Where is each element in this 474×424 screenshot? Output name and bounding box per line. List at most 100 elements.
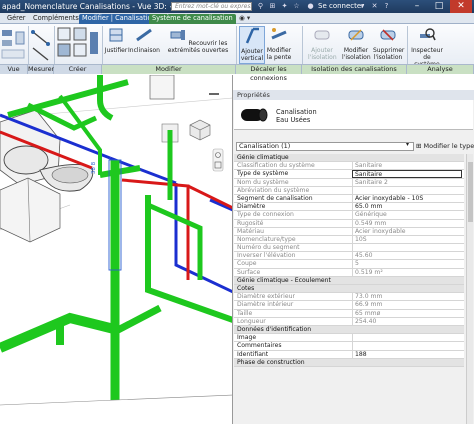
- property-row[interactable]: Taille 65 mmø: [234, 309, 464, 318]
- group-vue: Vue: [0, 64, 28, 74]
- property-name: Diamètre intérieur: [237, 301, 294, 309]
- scrollbar-thumb[interactable]: [468, 162, 473, 222]
- property-row[interactable]: Coupe 5: [234, 260, 464, 269]
- revit-window: apad_Nomenclature Canalisations - Vue 3D…: [0, 0, 474, 424]
- user-icon[interactable]: ●: [306, 2, 315, 11]
- property-category[interactable]: Données d'identification: [234, 325, 464, 335]
- property-row[interactable]: Type de système Sanitaire: [234, 170, 464, 179]
- properties-header: Propriétés: [233, 90, 474, 100]
- edit-type-button[interactable]: ⊞ Modifier le type: [416, 142, 474, 151]
- add-insulation-icon: [314, 30, 330, 40]
- property-name: Génie climatique - Ecoulement: [237, 276, 331, 284]
- property-row[interactable]: Diamètre extérieur 73.0 mm: [234, 293, 464, 302]
- property-row[interactable]: Diamètre intérieur 66.9 mm: [234, 301, 464, 310]
- subscription-icon[interactable]: ⊞: [268, 2, 277, 11]
- property-row[interactable]: Type de connexion Générique: [234, 211, 464, 220]
- property-name: Numéro du segment: [237, 244, 300, 252]
- minimize-button[interactable]: –: [406, 0, 428, 13]
- type-selector[interactable]: Canalisation Eau Usées: [234, 100, 473, 130]
- system-inspector-button[interactable]: Inspecteur de système: [410, 26, 444, 68]
- property-value[interactable]: Sanitaire: [352, 170, 462, 179]
- view-3d[interactable]: 38 8: [0, 75, 233, 424]
- property-name: Type de système: [237, 170, 289, 178]
- add-insulation-button[interactable]: Ajouter l'isolation: [308, 26, 337, 61]
- close-button[interactable]: ✕: [450, 0, 472, 13]
- view-tools-icon[interactable]: [0, 28, 28, 62]
- property-category[interactable]: Génie climatique - Ecoulement: [234, 276, 464, 285]
- exchange-icon[interactable]: ✕: [370, 2, 379, 11]
- property-value[interactable]: 188: [352, 350, 462, 359]
- property-row[interactable]: Image: [234, 334, 464, 343]
- favorites-icon[interactable]: ☆: [292, 2, 301, 11]
- measure-icon[interactable]: [30, 28, 52, 62]
- chevron-down-icon[interactable]: ▾: [406, 141, 409, 148]
- cap-open-ends-button[interactable]: Recouvrir les extrémités ouvertes: [162, 26, 234, 54]
- properties-scrollbar[interactable]: [466, 154, 473, 424]
- property-name: Commentaires: [237, 342, 282, 350]
- property-name: Cotes: [237, 285, 255, 292]
- property-value[interactable]: 65.0 mm: [352, 203, 462, 212]
- create-tools-icon[interactable]: [56, 26, 100, 64]
- instance-filter-dropdown[interactable]: Canalisation (1): [236, 142, 414, 151]
- property-row[interactable]: Diamètre 65.0 mm: [234, 203, 464, 212]
- property-value[interactable]: [352, 334, 462, 343]
- property-row[interactable]: Classification du système Sanitaire: [234, 162, 464, 171]
- help-icon[interactable]: ?: [382, 2, 391, 11]
- add-vertical-icon: [245, 27, 259, 44]
- property-row[interactable]: Identifiant 188: [234, 350, 464, 359]
- maximize-button[interactable]: □: [428, 0, 450, 13]
- group-isolation: Isolation des canalisations: [302, 64, 407, 74]
- wall-box: [149, 75, 179, 143]
- remove-insulation-icon: [380, 29, 396, 41]
- cabinet-fixture: [0, 177, 61, 243]
- property-category[interactable]: Cotes: [234, 285, 464, 294]
- property-name: Diamètre extérieur: [237, 293, 295, 301]
- search-icon[interactable]: ⚲: [256, 2, 265, 11]
- property-row[interactable]: Commentaires: [234, 342, 464, 351]
- modify-slope-icon: [271, 28, 287, 40]
- property-value: 45.60: [352, 252, 462, 261]
- viewcube-icon[interactable]: [186, 117, 214, 143]
- property-row[interactable]: Nom du système Sanitaire 2: [234, 178, 464, 187]
- navigation-bar-icon[interactable]: [212, 148, 224, 172]
- properties-table: Génie climatique Classification du systèm…: [234, 154, 464, 367]
- tab-complements[interactable]: Compléments: [30, 14, 82, 24]
- property-name: Longueur: [237, 317, 266, 325]
- communication-icon[interactable]: ✦: [280, 2, 289, 11]
- modify-slope-label: Modifier la pente: [266, 47, 292, 61]
- property-name: Inverser l'élévation: [237, 252, 296, 260]
- tab-modifier-canalisation[interactable]: Modifier | Canalisation: [79, 14, 159, 24]
- justify-label: Justifier: [104, 47, 128, 54]
- property-row[interactable]: Longueur 254.40: [234, 317, 464, 326]
- modify-slope-button[interactable]: Modifier la pente: [266, 26, 292, 61]
- property-row[interactable]: Numéro du segment: [234, 244, 464, 253]
- add-vertical-button[interactable]: Ajouter vertical: [239, 26, 265, 64]
- property-row[interactable]: Matériau Acier inoxydable: [234, 227, 464, 236]
- tab-gerer[interactable]: Gérer: [4, 14, 29, 24]
- property-row[interactable]: Surface 0.519 m²: [234, 268, 464, 277]
- property-value[interactable]: Acier inoxydable - 10S: [352, 194, 462, 203]
- slope-button[interactable]: Inclinaison: [128, 26, 160, 54]
- property-row[interactable]: Inverser l'élévation 45.60: [234, 252, 464, 261]
- property-row[interactable]: Nomenclature/type 10S: [234, 235, 464, 245]
- slope-icon: [136, 28, 152, 42]
- ribbon-tab-row: Gérer Compléments Modifier | Canalisatio…: [0, 13, 474, 24]
- remove-insulation-label: Supprimer l'isolation: [373, 47, 405, 61]
- property-category[interactable]: Génie climatique: [234, 154, 464, 163]
- tab-systeme-canalisation[interactable]: Système de canalisation: [149, 14, 236, 24]
- search-input[interactable]: Entrez mot-clé ou expression: [171, 2, 252, 11]
- ribbon-options-icon[interactable]: ◉ ▾: [236, 14, 253, 24]
- view-minimize-icon[interactable]: [208, 89, 220, 99]
- property-category[interactable]: Phase de construction: [234, 358, 464, 367]
- edit-insulation-button[interactable]: Modifier l'isolation: [342, 26, 371, 61]
- property-row[interactable]: Segment de canalisation Acier inoxydable …: [234, 194, 464, 204]
- group-decaler-connexions: Décaler les connexions: [236, 64, 302, 82]
- justify-button[interactable]: Justifier: [104, 26, 128, 54]
- property-row[interactable]: Abréviation du système: [234, 186, 464, 195]
- chevron-down-icon[interactable]: ▾: [358, 2, 367, 11]
- property-name: Abréviation du système: [237, 186, 310, 194]
- property-value[interactable]: [352, 342, 462, 351]
- property-row[interactable]: Rugosité 0.549 mm: [234, 219, 464, 228]
- property-value: 5: [352, 260, 462, 269]
- remove-insulation-button[interactable]: Supprimer l'isolation: [373, 26, 405, 61]
